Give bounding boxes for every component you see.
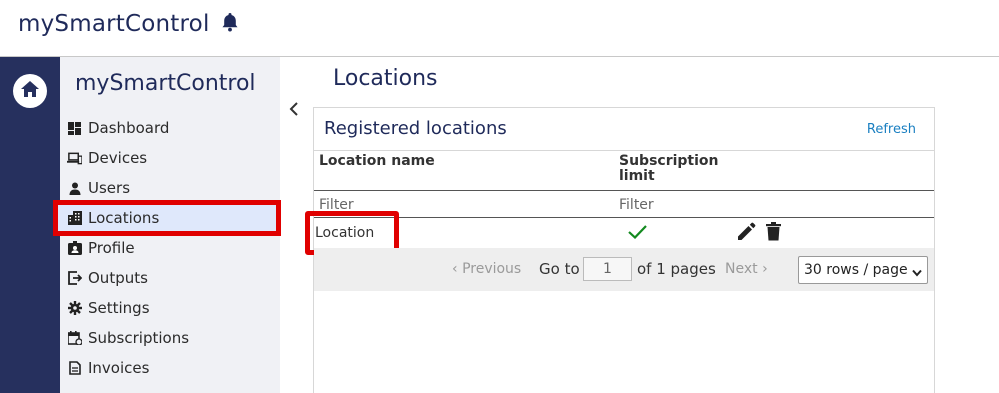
sidebar-item-label: Subscriptions	[88, 329, 190, 347]
sidebar-item-profile[interactable]: Profile	[60, 233, 280, 263]
top-bar: mySmartControl	[0, 0, 999, 57]
sidebar-nav: Dashboard Devices Users Locations Profil…	[53, 113, 281, 383]
sidebar-item-label: Settings	[88, 299, 150, 317]
sidebar-item-users[interactable]: Users	[60, 173, 280, 203]
next-page-button[interactable]: Next ›	[725, 261, 768, 277]
location-name-text: Location	[315, 225, 375, 241]
sidebar-item-label: Users	[88, 179, 131, 197]
sidebar-item-invoices[interactable]: Invoices	[60, 353, 280, 383]
pagination-bar: ‹ Previous Go to of 1 pages Next › 30 ro…	[314, 248, 934, 291]
previous-label: Previous	[462, 261, 522, 277]
chevron-left-icon: ‹	[452, 261, 458, 277]
id-badge-icon	[67, 241, 82, 256]
user-icon	[67, 181, 82, 196]
invoice-icon	[67, 361, 82, 376]
sidebar-item-subscriptions[interactable]: Subscriptions	[60, 323, 280, 353]
sidebar-item-devices[interactable]: Devices	[60, 143, 280, 173]
subscription-limit-filter[interactable]: Filter	[619, 197, 654, 213]
rows-per-page-select[interactable]: 30 rows / page	[798, 256, 928, 284]
sidebar-item-locations[interactable]: Locations	[53, 200, 281, 236]
next-label: Next	[725, 261, 758, 277]
gear-icon	[67, 301, 82, 316]
devices-icon	[67, 151, 82, 166]
trash-icon[interactable]	[766, 222, 781, 245]
refresh-link[interactable]: Refresh	[867, 122, 916, 137]
page-title: Locations	[333, 66, 438, 91]
calendar-icon	[67, 331, 82, 346]
panel-header: Registered locations Refresh	[314, 108, 934, 151]
locations-panel: Registered locations Refresh Location na…	[305, 107, 935, 393]
bell-icon[interactable]	[221, 12, 239, 37]
sidebar: mySmartControl Dashboard Devices Users L…	[53, 57, 281, 393]
table-row[interactable]	[314, 218, 934, 247]
building-icon	[67, 211, 82, 226]
goto-label: Go to	[539, 260, 580, 278]
column-header-label: Subscription	[619, 153, 719, 169]
sidebar-item-outputs[interactable]: Outputs	[60, 263, 280, 293]
sidebar-item-dashboard[interactable]: Dashboard	[60, 113, 280, 143]
page-count-label: of 1 pages	[637, 260, 716, 278]
chevron-right-icon: ›	[762, 261, 768, 277]
previous-page-button[interactable]: ‹ Previous	[452, 261, 521, 277]
column-header-location-name[interactable]: Location name	[319, 154, 435, 169]
column-header-subscription-limit[interactable]: Subscription limit	[619, 154, 719, 184]
home-icon	[20, 80, 40, 102]
sidebar-item-label: Outputs	[88, 269, 148, 287]
panel-title: Registered locations	[324, 118, 507, 139]
rows-per-page-value: 30 rows / page	[804, 262, 908, 278]
header-divider	[314, 190, 934, 191]
sidebar-item-label: Locations	[88, 209, 160, 227]
check-icon	[628, 224, 647, 243]
collapse-sidebar-icon[interactable]	[289, 101, 299, 120]
export-icon	[67, 271, 82, 286]
sidebar-item-label: Invoices	[88, 359, 150, 377]
chevron-down-icon	[912, 265, 922, 281]
page-number-input[interactable]	[583, 257, 632, 281]
sidebar-item-label: Profile	[88, 239, 135, 257]
sidebar-title: mySmartControl	[75, 71, 256, 96]
app-title: mySmartControl	[18, 11, 210, 37]
sidebar-item-label: Dashboard	[88, 119, 170, 137]
home-button[interactable]	[13, 74, 47, 108]
edit-icon[interactable]	[737, 222, 756, 245]
sidebar-item-settings[interactable]: Settings	[60, 293, 280, 323]
navigation-rail	[0, 57, 60, 393]
dashboard-icon	[67, 121, 82, 136]
column-header-label: limit	[619, 168, 655, 184]
sidebar-item-label: Devices	[88, 149, 148, 167]
